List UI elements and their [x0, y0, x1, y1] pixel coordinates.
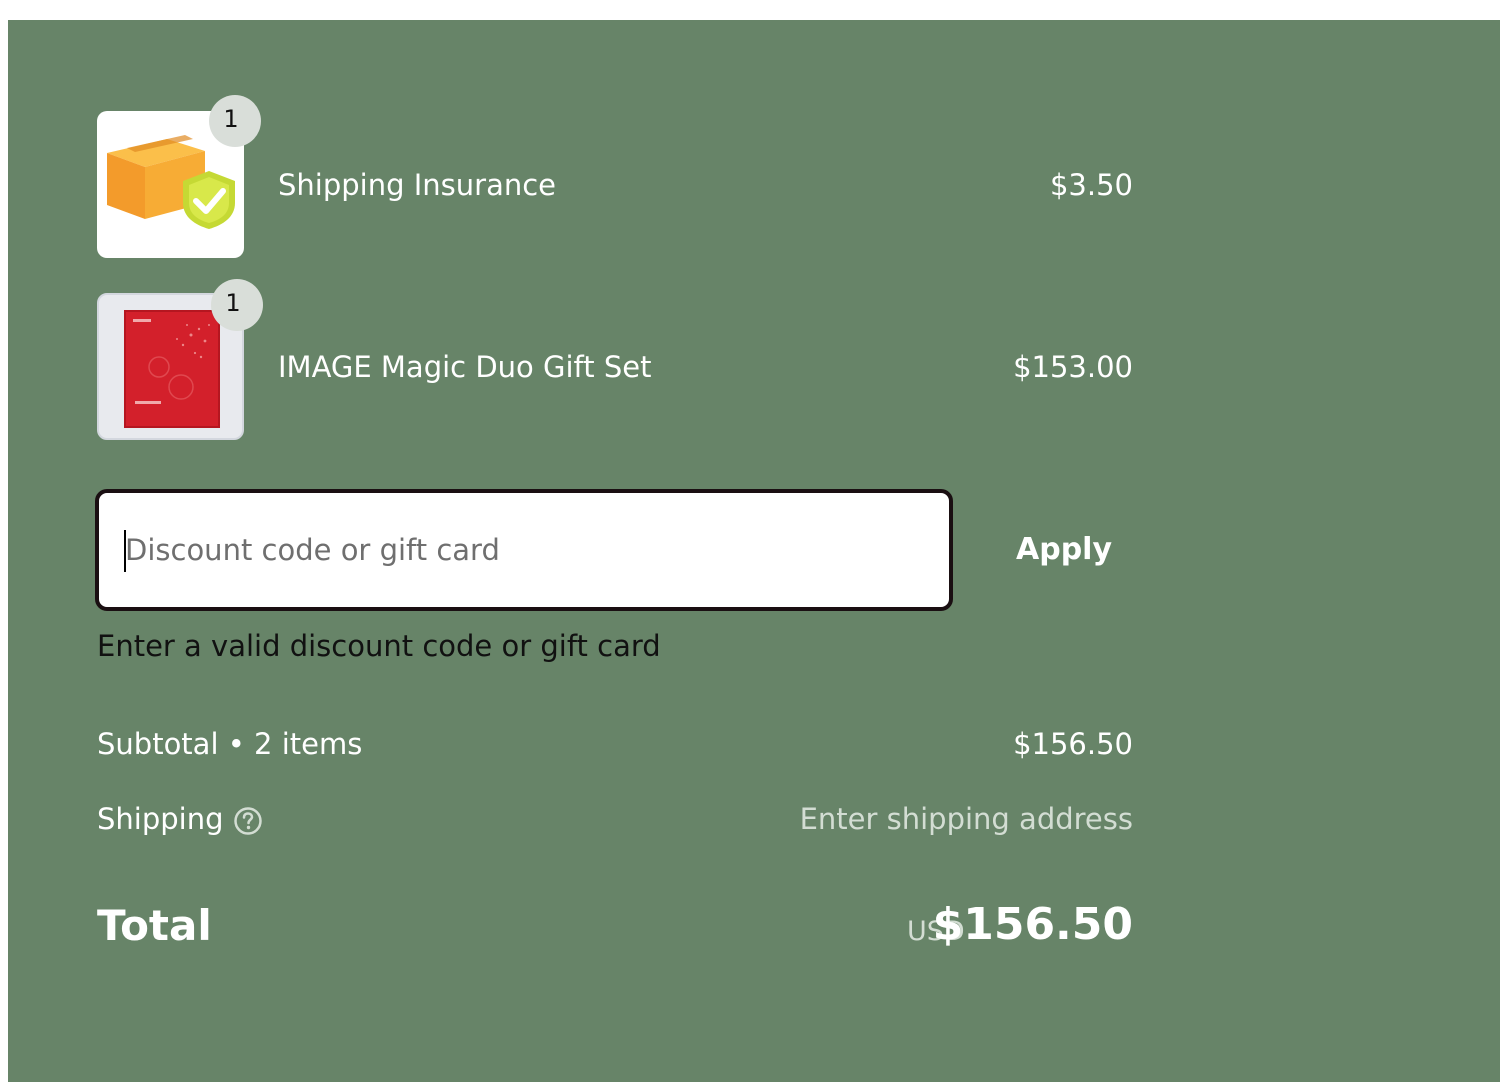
line-item-price: $3.50: [1049, 168, 1133, 202]
discount-field[interactable]: [95, 489, 953, 611]
text-caret: [124, 530, 126, 572]
product-thumbnail: 1: [97, 95, 261, 258]
checkout-order-summary-page: 1 Shipping Insurance $3.50 1 IMAGE Magic…: [0, 0, 1500, 1082]
product-thumbnail: 1: [97, 279, 263, 440]
apply-discount-button[interactable]: Apply: [1016, 532, 1112, 567]
line-item-title: IMAGE Magic Duo Gift Set: [278, 350, 652, 384]
subtotal-label: Subtotal • 2 items: [97, 727, 363, 761]
line-item-shipping-insurance: 1 Shipping Insurance $3.50: [97, 95, 1133, 258]
left-strip: [0, 0, 8, 1082]
discount-error-message: Enter a valid discount code or gift card: [97, 629, 661, 663]
total-label: Total: [97, 901, 212, 950]
subtotal-value: $156.50: [1013, 727, 1133, 761]
shipping-label: Shipping: [97, 802, 224, 836]
top-strip: [0, 0, 1500, 20]
quantity-badge: 1: [209, 95, 261, 147]
quantity-badge: 1: [211, 279, 263, 331]
quantity-badge-value: 1: [223, 105, 239, 133]
discount-code-input[interactable]: [99, 493, 949, 607]
line-item-title: Shipping Insurance: [278, 168, 557, 202]
line-item-magic-duo-gift-set: 1 IMAGE Magic Duo Gift Set $153.00: [97, 279, 1133, 440]
line-item-price: $153.00: [1013, 350, 1133, 384]
question-circle-icon[interactable]: [233, 806, 263, 836]
total-value: $156.50: [932, 899, 1133, 950]
shipping-value: Enter shipping address: [799, 802, 1133, 836]
quantity-badge-value: 1: [225, 289, 241, 317]
